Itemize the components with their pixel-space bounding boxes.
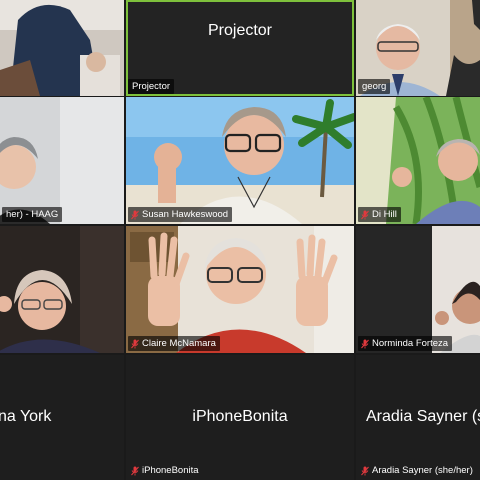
participant-name: Susan Hawkeswood	[142, 209, 229, 220]
participant-nametag: georg	[358, 79, 391, 94]
muted-mic-icon	[361, 210, 369, 219]
participant-name: Norminda Forteza	[372, 338, 449, 349]
participant-name: iPhoneBonita	[142, 465, 199, 476]
video-tile-georg[interactable]: georg	[356, 0, 480, 96]
muted-mic-icon	[361, 339, 369, 348]
video-tile-haag[interactable]: her) - HAAG	[0, 97, 124, 224]
video-tile-7[interactable]	[0, 226, 124, 353]
video-tile-1[interactable]	[0, 0, 124, 96]
video-feed	[356, 97, 480, 224]
muted-mic-icon	[361, 466, 369, 475]
video-tile-aradia[interactable]: Aradia Sayner (sh Aradia Sayner (she/her…	[356, 355, 480, 480]
video-tile-iphonebonita[interactable]: iPhoneBonita iPhoneBonita	[126, 355, 354, 480]
participant-display-name: Aradia Sayner (sh	[366, 408, 480, 425]
video-feed	[356, 226, 480, 353]
video-tile-claire[interactable]: Claire McNamara	[126, 226, 354, 353]
participant-nametag: Di Hill	[358, 207, 401, 222]
video-tile-di[interactable]: Di Hill	[356, 97, 480, 224]
video-feed	[126, 97, 354, 224]
participant-nametag: iPhoneBonita	[128, 463, 203, 478]
muted-mic-icon	[131, 339, 139, 348]
video-feed	[126, 226, 354, 353]
video-tile-projector[interactable]: Projector Projector	[126, 0, 354, 96]
participant-display-name: iPhoneBonita	[192, 408, 288, 425]
video-tile-norminda[interactable]: Norminda Forteza	[356, 226, 480, 353]
video-tile-york[interactable]: na York	[0, 355, 124, 480]
participant-name: Aradia Sayner (she/her)	[372, 465, 473, 476]
muted-mic-icon	[131, 210, 139, 219]
video-feed	[0, 0, 124, 96]
muted-mic-icon	[131, 466, 139, 475]
participant-nametag: Claire McNamara	[128, 336, 220, 351]
participant-name: Projector	[132, 81, 171, 92]
participant-name: Claire McNamara	[142, 338, 216, 349]
participant-nametag: Norminda Forteza	[358, 336, 453, 351]
participant-name: georg	[362, 81, 387, 92]
video-feed	[0, 226, 124, 353]
participant-name: Di Hill	[372, 209, 397, 220]
video-tile-susan[interactable]: Susan Hawkeswood	[126, 97, 354, 224]
participant-nametag: Projector	[128, 79, 175, 94]
video-feed	[0, 97, 124, 224]
participant-display-name: na York	[0, 408, 52, 425]
participant-name: her) - HAAG	[6, 209, 59, 220]
participant-nametag: Susan Hawkeswood	[128, 207, 233, 222]
participant-nametag: Aradia Sayner (she/her)	[358, 463, 477, 478]
participant-display-name: Projector	[207, 22, 273, 39]
participant-nametag: her) - HAAG	[2, 207, 63, 222]
